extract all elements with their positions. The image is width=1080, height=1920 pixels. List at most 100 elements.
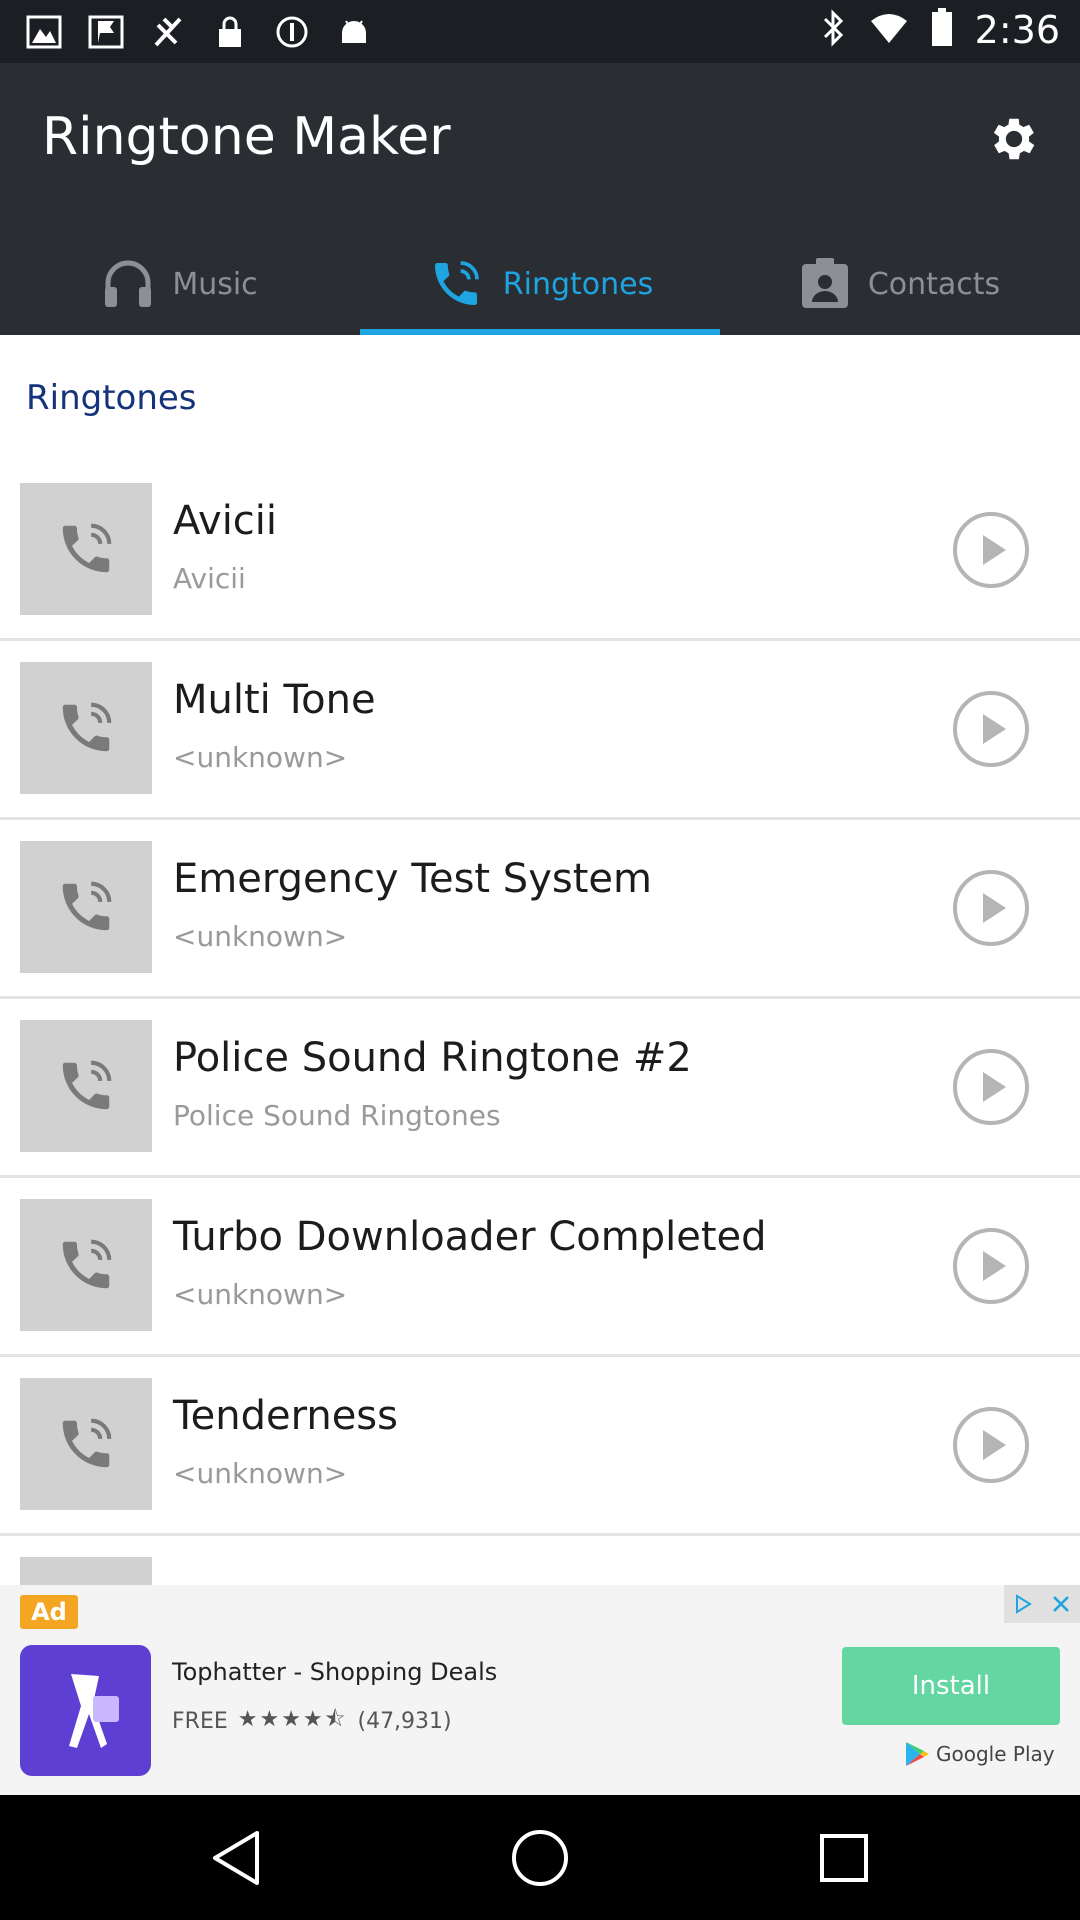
play-button[interactable] <box>952 1406 1030 1484</box>
list-item[interactable]: Police Sound Ringtone #2 Police Sound Ri… <box>0 999 1080 1178</box>
play-icon <box>953 1407 1029 1483</box>
ringtone-title: Multi Tone <box>173 677 376 723</box>
info-icon <box>272 14 312 50</box>
ringtone-title: Tenderness <box>173 1393 398 1439</box>
bluetooth-icon <box>821 8 847 52</box>
gear-icon <box>993 118 1035 160</box>
tab-contacts-label: Contacts <box>867 266 1001 302</box>
back-button[interactable] <box>201 1823 271 1893</box>
tab-indicator <box>720 329 1080 335</box>
gallery-icon <box>24 14 64 50</box>
play-icon <box>953 1049 1029 1125</box>
status-icons-right: 2:36 <box>821 8 1060 52</box>
ringtone-thumbnail <box>20 1378 152 1510</box>
play-button[interactable] <box>952 1227 1030 1305</box>
play-button[interactable] <box>952 1048 1030 1126</box>
phone-icon <box>62 702 112 752</box>
google-play-icon <box>906 1742 929 1766</box>
ringtone-artist: Police Sound Ringtones <box>173 1099 501 1132</box>
phone-icon <box>62 881 112 931</box>
ad-choices-icon <box>1016 1594 1032 1614</box>
ringtone-title: Emergency Test System <box>173 856 652 902</box>
navigation-bar <box>0 1795 1080 1920</box>
home-button[interactable] <box>505 1823 575 1893</box>
close-icon <box>1053 1596 1069 1612</box>
play-icon <box>953 512 1029 588</box>
ringtone-title: Turbo Downloader Completed <box>173 1214 767 1260</box>
contact-icon <box>801 258 848 308</box>
phone-icon <box>62 1239 112 1289</box>
ad-close-button[interactable] <box>1042 1585 1080 1623</box>
headphones-icon <box>105 260 152 307</box>
ad-app-name: Tophatter - Shopping Deals <box>172 1658 498 1686</box>
list-item[interactable]: Turbo Downloader Completed <unknown> <box>0 1178 1080 1357</box>
ad-price: FREE <box>172 1708 228 1734</box>
ad-meta: FREE ★★★★⯪ (47,931) <box>172 1702 452 1740</box>
phone-icon <box>434 261 479 305</box>
tab-contacts[interactable]: Contacts <box>720 233 1080 335</box>
tab-indicator-active <box>360 329 720 335</box>
tab-ringtones[interactable]: Ringtones <box>360 233 720 335</box>
play-button[interactable] <box>952 511 1030 589</box>
play-icon <box>953 870 1029 946</box>
ringtone-thumbnail <box>20 1199 152 1331</box>
flag-icon <box>86 14 126 50</box>
back-icon <box>213 1831 259 1885</box>
install-button[interactable]: Install <box>842 1647 1060 1725</box>
recents-icon <box>820 1834 868 1882</box>
google-play-badge: Google Play <box>904 1740 1055 1768</box>
ringtone-thumbnail <box>20 1020 152 1152</box>
ad-rating-stars: ★★★★⯪ <box>237 1707 348 1732</box>
list-item-partial[interactable] <box>0 1536 1080 1585</box>
tab-music-label: Music <box>172 266 258 302</box>
ad-badge: Ad <box>20 1595 78 1629</box>
status-icons-left <box>24 14 374 50</box>
ringtone-title: Avicii <box>173 498 278 544</box>
ringtone-artist: <unknown> <box>173 741 348 774</box>
ringtone-thumbnail <box>20 483 152 615</box>
play-button[interactable] <box>952 869 1030 947</box>
ringtone-thumbnail <box>20 841 152 973</box>
ringtone-artist: <unknown> <box>173 920 348 953</box>
app-title: Ringtone Maker <box>42 107 451 167</box>
tab-music[interactable]: Music <box>0 233 360 335</box>
section-title: Ringtones <box>26 378 197 418</box>
phone-icon <box>62 1418 112 1468</box>
ringtone-artist: Avicii <box>173 562 246 595</box>
play-button[interactable] <box>952 690 1030 768</box>
status-time: 2:36 <box>974 8 1060 52</box>
app-bar: Ringtone Maker Music Ringtones Contacts <box>0 63 1080 335</box>
list-item[interactable]: Multi Tone <unknown> <box>0 641 1080 820</box>
lock-icon <box>210 14 250 50</box>
battery-icon <box>931 8 953 52</box>
android-icon <box>334 14 374 50</box>
tab-ringtones-label: Ringtones <box>502 266 654 302</box>
list-item[interactable]: Tenderness <unknown> <box>0 1357 1080 1536</box>
signal-off-icon <box>148 14 188 50</box>
ringtone-thumbnail <box>20 662 152 794</box>
tab-bar: Music Ringtones Contacts <box>0 233 1080 335</box>
ad-review-count: (47,931) <box>357 1708 452 1734</box>
ringtone-thumbnail <box>20 1557 152 1585</box>
phone-icon <box>62 1060 112 1110</box>
shopping-bag-icon <box>68 1673 119 1748</box>
wifi-icon <box>869 11 909 49</box>
ringtone-title: Police Sound Ringtone #2 <box>173 1035 692 1081</box>
settings-button[interactable] <box>978 103 1050 175</box>
tab-indicator <box>0 329 360 335</box>
phone-icon <box>62 523 112 573</box>
list-item[interactable]: Emergency Test System <unknown> <box>0 820 1080 999</box>
ad-banner[interactable]: Ad Tophatter - Shopping Deals FREE ★★★★⯪… <box>0 1585 1080 1795</box>
list-item[interactable]: Avicii Avicii <box>0 462 1080 641</box>
home-icon <box>512 1830 568 1886</box>
ad-app-logo[interactable] <box>20 1645 151 1776</box>
recents-button[interactable] <box>809 1823 879 1893</box>
ringtone-list[interactable]: Avicii Avicii Multi Tone <unknown> Emerg… <box>0 462 1080 1585</box>
status-bar: 2:36 <box>0 0 1080 63</box>
ringtone-artist: <unknown> <box>173 1457 348 1490</box>
ad-choices-button[interactable] <box>1004 1585 1042 1623</box>
play-icon <box>953 1228 1029 1304</box>
google-play-label: Google Play <box>936 1742 1055 1766</box>
play-icon <box>953 691 1029 767</box>
ringtone-artist: <unknown> <box>173 1278 348 1311</box>
